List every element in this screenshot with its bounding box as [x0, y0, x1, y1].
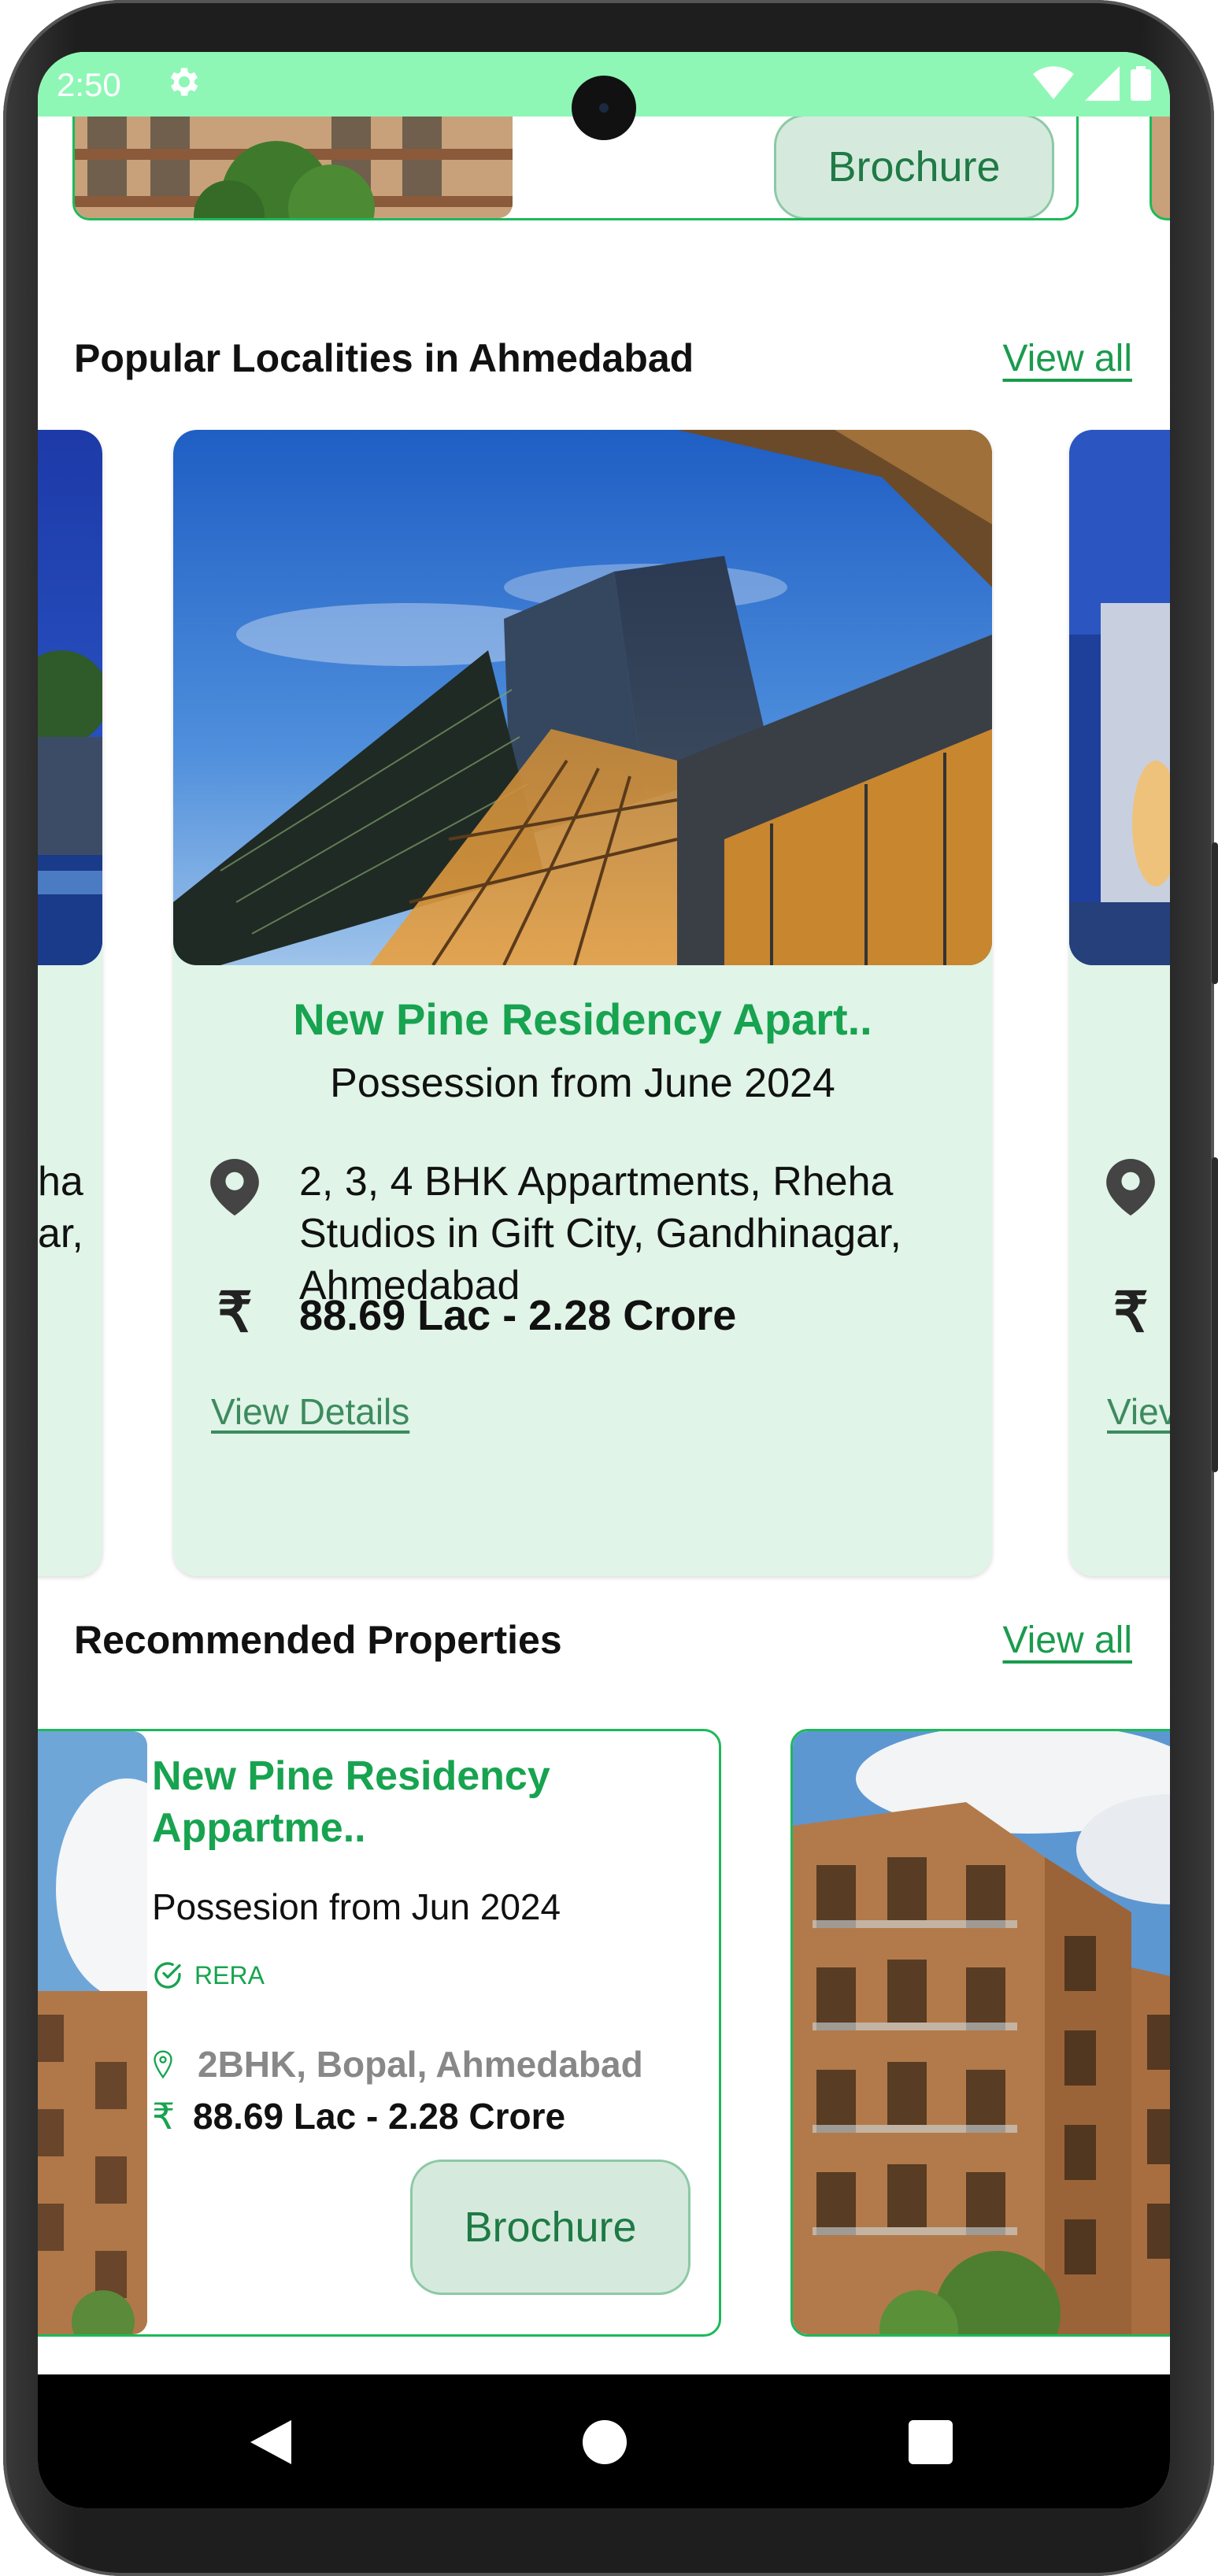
recommended-price: ₹ 88.69 Lac - 2.28 Crore [152, 2095, 565, 2137]
brochure-button[interactable]: Brochure [774, 114, 1054, 218]
rupee-icon: ₹ [152, 2096, 176, 2137]
location-pin-icon [210, 1159, 259, 1216]
locality-card-partial-left[interactable]: ha ar, [38, 430, 102, 1576]
location-pin-icon [1106, 1159, 1155, 1216]
locality-address-partial: ha [38, 1159, 83, 1205]
recommended-price-text: 88.69 Lac - 2.28 Crore [193, 2096, 566, 2137]
wifi-icon [1033, 66, 1074, 99]
view-details-link[interactable]: Viev [1107, 1390, 1170, 1433]
home-icon[interactable] [583, 2420, 627, 2464]
recommended-location-text: 2BHK, Bopal, Ahmedabad [198, 2044, 643, 2085]
recents-icon[interactable] [909, 2420, 953, 2464]
rupee-icon: ₹ [1113, 1282, 1149, 1343]
settings-gear-icon [170, 68, 198, 96]
locality-address-partial-2: ar, [38, 1211, 83, 1257]
localities-view-all-link[interactable]: View all [1002, 337, 1132, 380]
recommended-view-all-link[interactable]: View all [1002, 1619, 1132, 1662]
recommended-properties-title: Recommended Properties [74, 1618, 562, 1662]
recommended-property-card-partial[interactable] [790, 1729, 1170, 2337]
status-time: 2:50 [57, 66, 121, 103]
popular-localities-title: Popular Localities in Ahmedabad [74, 336, 694, 380]
signal-icon [1085, 66, 1120, 101]
power-button [1212, 842, 1218, 984]
view-details-link[interactable]: View Details [211, 1390, 409, 1433]
brochure-button[interactable]: Brochure [410, 2160, 690, 2295]
battery-icon [1131, 66, 1151, 101]
locality-price: 88.69 Lac - 2.28 Crore [299, 1292, 737, 1339]
rera-label: RERA [194, 1960, 265, 1989]
screen: Brochure Popular Localities in Ahmedabad… [38, 52, 1170, 2508]
locality-property-title: New Pine Residency Apart.. [293, 994, 872, 1044]
locality-address: 2, 3, 4 BHK Appartments, Rheha Studios i… [299, 1159, 901, 1308]
navigation-bar [38, 2374, 1170, 2508]
volume-button [1212, 1157, 1218, 1472]
property-image [38, 1731, 147, 2334]
rera-badge: RERA [152, 1960, 265, 1991]
recommended-possession-text: Possesion from Jun 2024 [152, 1886, 561, 1927]
locality-card[interactable]: New Pine Residency Apart.. Possession fr… [173, 430, 992, 1576]
front-camera [572, 76, 636, 140]
recommended-property-title: New Pine Residency Appartme.. [152, 1753, 550, 1851]
locality-image [1069, 430, 1170, 965]
recommended-property-card[interactable]: New Pine Residency Appartme.. Possesion … [38, 1729, 721, 2337]
back-icon[interactable] [250, 2420, 291, 2464]
property-image [793, 1731, 1170, 2334]
recommended-location: 2BHK, Bopal, Ahmedabad [152, 2043, 643, 2086]
locality-building-image [173, 430, 992, 965]
rupee-icon: ₹ [217, 1282, 253, 1343]
location-outline-icon [154, 2050, 172, 2079]
locality-card-partial-right[interactable]: ₹ Viev [1069, 430, 1170, 1576]
rera-check-icon [154, 1962, 181, 1989]
locality-image [38, 430, 102, 965]
system-icons [1033, 66, 1151, 101]
locality-possession-text: Possession from June 2024 [330, 1060, 835, 1106]
